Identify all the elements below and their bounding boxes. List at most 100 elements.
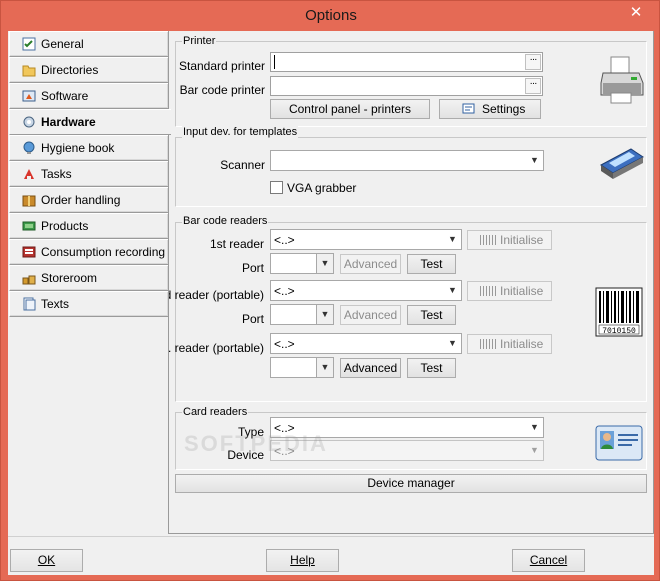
storeroom-icon: [22, 275, 36, 285]
tab-label: Texts: [41, 297, 70, 311]
input-device-group-label: Input dev. for templates: [182, 126, 299, 138]
reader1-dropdown[interactable]: <..> ▼: [270, 229, 462, 250]
scanner-dropdown[interactable]: ▼: [270, 150, 544, 171]
barcode-printer-label: Bar code printer: [179, 83, 265, 97]
tab-label: Order handling: [41, 193, 121, 207]
help-label: Help: [290, 553, 315, 567]
initialise-label: Initialise: [500, 284, 544, 298]
printer-settings-button[interactable]: Settings: [439, 99, 541, 119]
hardware-icon: [23, 116, 35, 128]
tab-label: Hygiene book: [41, 141, 115, 155]
package-icon: [22, 195, 36, 207]
reader2-test-button[interactable]: Test: [407, 305, 456, 325]
vga-grabber-label: VGA grabber: [287, 181, 357, 195]
title-bar: Options ✕: [1, 1, 660, 31]
tab-label: Hardware: [41, 115, 96, 129]
barcode-icon: [480, 339, 496, 349]
tab-tasks[interactable]: Tasks: [9, 161, 169, 187]
hardware-panel: Printer Standard printer ··· Bar code pr…: [168, 31, 654, 534]
chevron-down-icon: ▼: [316, 358, 333, 377]
text-caret: [274, 55, 275, 69]
dialog-client: General Directories Software Hardware Hy…: [8, 31, 654, 575]
reader3-label: d. reader (portable): [169, 341, 264, 355]
reader2-value: <..>: [274, 284, 295, 298]
chevron-down-icon: ▼: [448, 234, 457, 244]
tab-label: Storeroom: [41, 271, 98, 285]
tasks-icon: [24, 169, 34, 179]
barcode-printer-field[interactable]: ···: [270, 76, 543, 96]
tab-consumption-recording[interactable]: Consumption recording: [9, 239, 169, 265]
texts-icon: [23, 297, 36, 311]
barcode-icon: [480, 235, 496, 245]
barcode-printer-browse-button[interactable]: ···: [525, 78, 541, 94]
tab-hygiene-book[interactable]: Hygiene book: [9, 135, 169, 161]
cancel-label: Cancel: [529, 553, 568, 567]
standard-printer-field[interactable]: ···: [270, 52, 543, 72]
reader1-test-button[interactable]: Test: [407, 254, 456, 274]
chevron-down-icon: ▼: [448, 285, 457, 295]
consumption-icon: [22, 246, 36, 258]
reader3-port-dropdown[interactable]: ▼: [270, 357, 334, 378]
standard-printer-browse-button[interactable]: ···: [525, 54, 541, 70]
barcode-readers-group-label: Bar code readers: [182, 215, 269, 227]
tab-texts[interactable]: Texts: [9, 291, 169, 317]
cancel-button[interactable]: Cancel: [512, 549, 585, 572]
window-title: Options: [305, 7, 357, 24]
reader3-advanced-button[interactable]: Advanced: [340, 358, 401, 378]
reader2-port-label: Port: [241, 312, 264, 326]
ok-button[interactable]: OK: [10, 549, 83, 572]
chevron-down-icon: ▼: [316, 254, 333, 273]
reader1-port-dropdown[interactable]: ▼: [270, 253, 334, 274]
card-readers-group-label: Card readers: [182, 406, 249, 418]
reader2-advanced-button[interactable]: Advanced: [340, 305, 401, 325]
settings-label: Settings: [482, 102, 526, 116]
reader1-advanced-button[interactable]: Advanced: [340, 254, 401, 274]
device-manager-button[interactable]: Device manager: [175, 474, 647, 493]
reader1-initialise-button[interactable]: Initialise: [467, 230, 552, 250]
control-panel-printers-button[interactable]: Control panel - printers: [270, 99, 430, 119]
footer-bar: OK Help Cancel: [8, 536, 654, 575]
initialise-label: Initialise: [500, 337, 544, 351]
reader1-label: 1st reader: [209, 237, 264, 251]
products-icon: [22, 221, 36, 231]
reader2-port-dropdown[interactable]: ▼: [270, 304, 334, 325]
reader2-label: nd reader (portable): [169, 288, 264, 302]
tab-order-handling[interactable]: Order handling: [9, 187, 169, 213]
scanner-label: Scanner: [220, 158, 265, 172]
reader2-dropdown[interactable]: <..> ▼: [270, 280, 462, 301]
reader1-value: <..>: [274, 233, 295, 247]
tab-products[interactable]: Products: [9, 213, 169, 239]
options-window: Options ✕ General Directories Software H…: [0, 0, 660, 581]
tab-label: Software: [41, 89, 89, 103]
barcode-icon: [480, 286, 496, 296]
tab-directories[interactable]: Directories: [9, 57, 169, 83]
tab-label: Consumption recording: [41, 245, 166, 259]
software-icon: [22, 90, 36, 102]
chevron-down-icon: ▼: [530, 155, 539, 165]
reader3-initialise-button[interactable]: Initialise: [467, 334, 552, 354]
barcode-icon: 7010150: [595, 287, 643, 337]
reader3-value: <..>: [274, 337, 295, 351]
vga-grabber-checkbox[interactable]: [270, 181, 283, 194]
reader3-test-button[interactable]: Test: [407, 358, 456, 378]
initialise-label: Initialise: [500, 233, 544, 247]
standard-printer-label: Standard printer: [179, 59, 266, 73]
settings-icon: [462, 103, 475, 114]
watermark: SOFTPEDIA: [184, 431, 328, 456]
tab-storeroom[interactable]: Storeroom: [9, 265, 169, 291]
help-button[interactable]: Help: [266, 549, 339, 572]
reader3-dropdown[interactable]: <..> ▼: [270, 333, 462, 354]
close-button[interactable]: ✕: [621, 3, 651, 23]
ok-label: OK: [37, 553, 56, 567]
reader2-initialise-button[interactable]: Initialise: [467, 281, 552, 301]
folder-icon: [22, 65, 36, 77]
printer-icon: [600, 56, 644, 104]
tab-general[interactable]: General: [9, 31, 169, 57]
tab-label: Directories: [41, 63, 99, 77]
chevron-down-icon: ▼: [530, 445, 539, 455]
tab-hardware[interactable]: Hardware: [9, 109, 171, 135]
scanner-icon: [600, 148, 644, 179]
tab-software[interactable]: Software: [9, 83, 169, 109]
checklist-icon: [22, 37, 36, 51]
tab-label: Tasks: [41, 167, 72, 181]
